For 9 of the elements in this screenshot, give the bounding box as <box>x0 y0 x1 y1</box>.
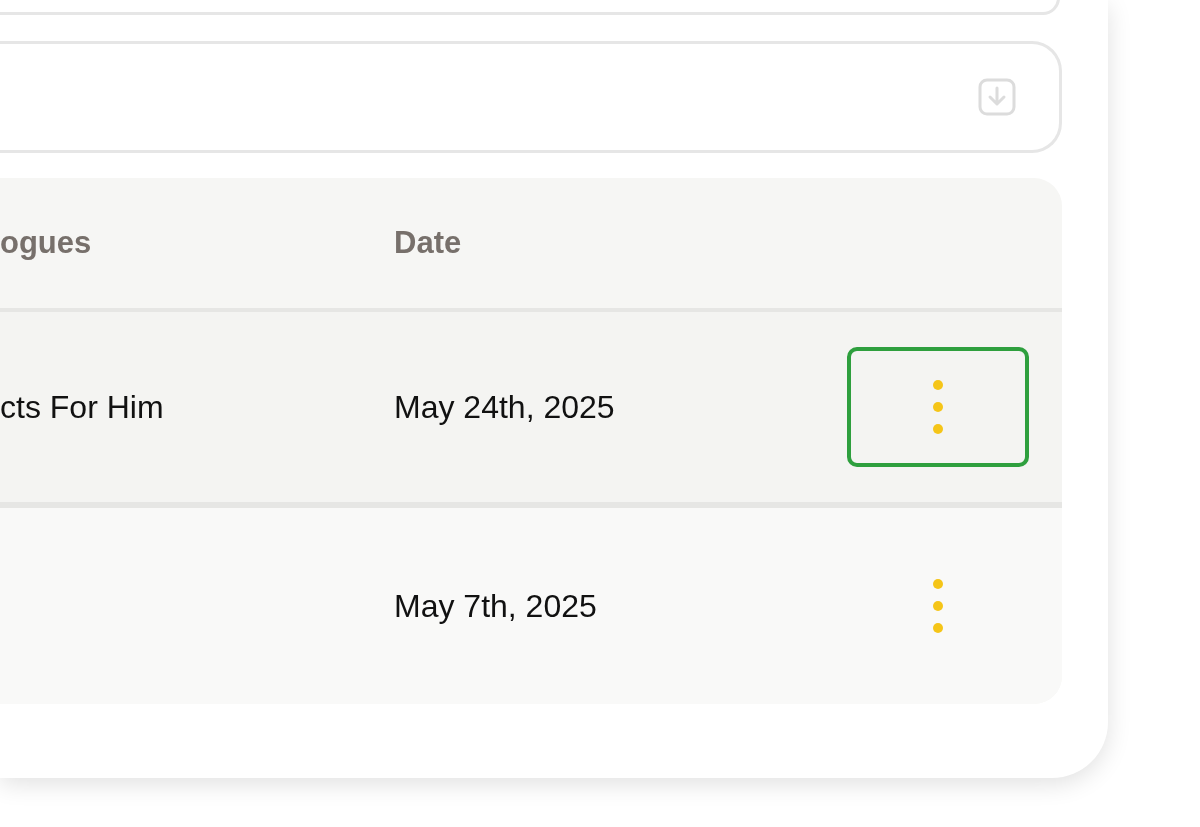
download-icon[interactable] <box>977 77 1017 117</box>
table-cell-text: cts For Him <box>0 388 165 427</box>
column-header: ogues <box>0 223 93 262</box>
input-field[interactable] <box>0 41 1062 153</box>
table-cell-text: May 24th, 2025 <box>394 388 616 427</box>
column-header: Date <box>394 223 462 262</box>
table-cell-text: May 7th, 2025 <box>394 587 598 626</box>
more-options-button[interactable] <box>847 347 1029 467</box>
input-field[interactable] <box>0 0 1060 15</box>
